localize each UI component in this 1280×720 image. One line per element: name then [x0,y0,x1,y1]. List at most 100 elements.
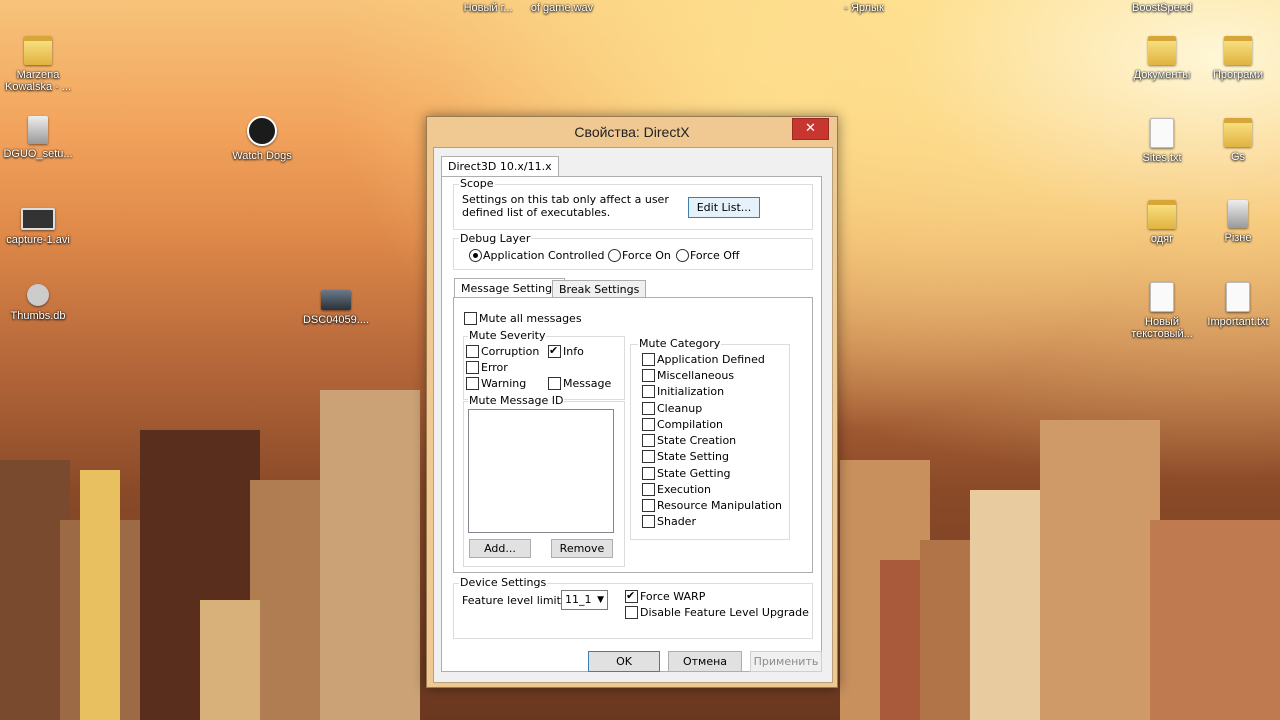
text-file-icon [1150,282,1174,312]
desktop-label-top-3[interactable]: - Ярлык [826,2,902,14]
desktop-icon-dguo[interactable]: DGUO_setu... [0,116,76,160]
corruption-checkbox[interactable] [466,345,479,358]
scope-description-line2: defined list of executables. [462,206,611,219]
desktop-icon-marzena[interactable]: Marzena Kowalska - ... [0,36,76,93]
scope-label: Scope [459,177,495,190]
add-message-id-button[interactable]: Add... [469,539,531,558]
device-settings-label: Device Settings [459,576,548,589]
title-bar[interactable]: Свойства: DirectX ✕ [427,117,837,147]
folder-icon [1224,36,1252,65]
category-state-creation-label[interactable]: State Creation [657,434,736,447]
feature-level-value: 11_1 [565,593,592,606]
desktop-icon-programs[interactable]: Програми [1200,36,1276,81]
desktop-icon-odyag[interactable]: одяг [1124,200,1200,245]
category-compilation-label[interactable]: Compilation [657,418,723,431]
video-file-icon [21,208,55,230]
folder-shortcut-icon [1148,36,1176,65]
force-warp-checkbox[interactable] [625,590,638,603]
category-shader-checkbox[interactable] [642,515,655,528]
category-state-setting-label[interactable]: State Setting [657,450,729,463]
warning-label[interactable]: Warning [481,377,526,390]
radio-force-on[interactable] [608,249,621,262]
radio-force-on-label[interactable]: Force On [622,249,671,262]
category-miscellaneous-label[interactable]: Miscellaneous [657,369,734,382]
desktop-label-top-2[interactable]: of game.wav [524,2,600,14]
desktop-icon-thumbs[interactable]: Thumbs.db [0,284,76,322]
desktop-icon-rizne[interactable]: Різне [1200,200,1276,244]
category-resource-manipulation-checkbox[interactable] [642,499,655,512]
mute-all-label[interactable]: Mute all messages [479,312,582,325]
dialog-title: Свойства: DirectX [574,124,690,140]
desktop-icon-important[interactable]: Important.txt [1200,282,1276,328]
disable-feature-level-upgrade-checkbox[interactable] [625,606,638,619]
mute-all-checkbox[interactable] [464,312,477,325]
mute-message-id-label: Mute Message ID [468,394,565,407]
desktop-icon-gs[interactable]: Gs [1200,118,1276,163]
close-button[interactable]: ✕ [792,118,829,140]
folder-icon [24,36,52,65]
radio-force-off-label[interactable]: Force Off [690,249,740,262]
radio-application-controlled[interactable] [469,249,482,262]
category-execution-label[interactable]: Execution [657,483,711,496]
category-cleanup-checkbox[interactable] [642,402,655,415]
category-state-getting-label[interactable]: State Getting [657,467,731,480]
tab-message-settings[interactable]: Message Settings [454,278,565,299]
watch-dogs-icon [247,116,277,146]
scope-description-line1: Settings on this tab only affect a user [462,193,669,206]
error-label[interactable]: Error [481,361,508,374]
message-id-listbox[interactable] [468,409,614,533]
corruption-label[interactable]: Corruption [481,345,539,358]
directx-properties-dialog: Свойства: DirectX ✕ Direct3D 10.x/11.x S… [426,116,838,688]
category-shader-label[interactable]: Shader [657,515,696,528]
desktop-icon-dsc[interactable]: DSC04059.... [298,284,374,326]
category-cleanup-label[interactable]: Cleanup [657,402,702,415]
installer-icon [28,116,48,144]
category-compilation-checkbox[interactable] [642,418,655,431]
feature-level-select[interactable]: 11_1 ▼ [561,590,608,610]
apply-button[interactable]: Применить [750,651,822,672]
chevron-down-icon: ▼ [597,595,604,605]
category-application-defined-checkbox[interactable] [642,353,655,366]
category-state-creation-checkbox[interactable] [642,434,655,447]
info-checkbox[interactable] [548,345,561,358]
category-initialization-checkbox[interactable] [642,385,655,398]
tab-direct3d[interactable]: Direct3D 10.x/11.x [441,156,559,177]
desktop-icon-new-text[interactable]: Новый текстовый... [1124,282,1200,340]
warning-checkbox[interactable] [466,377,479,390]
desktop-icon-documents[interactable]: Документы [1124,36,1200,81]
folder-icon [1228,200,1248,228]
category-resource-manipulation-label[interactable]: Resource Manipulation [657,499,782,512]
debug-layer-label: Debug Layer [459,232,532,245]
photo-file-icon [321,290,351,310]
disable-feature-level-upgrade-label[interactable]: Disable Feature Level Upgrade [640,606,809,619]
feature-level-label: Feature level limit: [462,594,565,607]
text-file-icon [1150,118,1174,148]
desktop-icon-sites[interactable]: Sites.txt [1124,118,1200,164]
text-file-icon [1226,282,1250,312]
system-file-icon [27,284,49,306]
desktop-label-top-1[interactable]: Новый г... [452,2,524,14]
edit-list-button[interactable]: Edit List... [688,197,760,218]
desktop-icon-capture[interactable]: capture-1.avi [0,202,76,246]
category-application-defined-label[interactable]: Application Defined [657,353,765,366]
cancel-button[interactable]: Отмена [668,651,742,672]
radio-application-controlled-label[interactable]: Application Controlled [483,249,605,262]
remove-message-id-button[interactable]: Remove [551,539,613,558]
message-label[interactable]: Message [563,377,611,390]
category-state-getting-checkbox[interactable] [642,467,655,480]
message-settings-panel: Mute all messages Mute Severity Corrupti… [453,297,813,573]
category-execution-checkbox[interactable] [642,483,655,496]
error-checkbox[interactable] [466,361,479,374]
force-warp-label[interactable]: Force WARP [640,590,705,603]
category-initialization-label[interactable]: Initialization [657,385,724,398]
dialog-client-area: Direct3D 10.x/11.x Scope Settings on thi… [433,147,833,683]
info-label[interactable]: Info [563,345,584,358]
message-checkbox[interactable] [548,377,561,390]
direct3d-tab-panel: Scope Settings on this tab only affect a… [441,176,822,672]
ok-button[interactable]: OK [588,651,660,672]
category-state-setting-checkbox[interactable] [642,450,655,463]
desktop-icon-watch-dogs[interactable]: Watch Dogs [224,116,300,162]
desktop-label-top-4[interactable]: BoostSpeed [1124,2,1200,14]
category-miscellaneous-checkbox[interactable] [642,369,655,382]
radio-force-off[interactable] [676,249,689,262]
